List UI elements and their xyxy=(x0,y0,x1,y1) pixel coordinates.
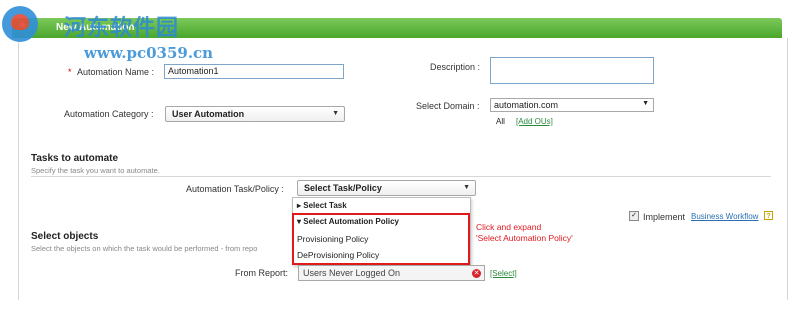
select-report-link[interactable]: [Select] xyxy=(490,269,517,278)
chevron-down-icon: ▼ xyxy=(642,100,649,107)
domain-label: Select Domain : xyxy=(416,101,480,111)
watermark-logo-icon xyxy=(2,6,38,42)
divider xyxy=(31,176,771,177)
dropdown-group-select-task[interactable]: ▸ Select Task xyxy=(293,199,470,212)
add-ous-link[interactable]: [Add OUs] xyxy=(516,117,553,126)
tasks-section-title: Tasks to automate xyxy=(31,153,119,164)
chevron-down-icon: ▼ xyxy=(332,110,339,117)
tasks-section-subtitle: Specify the task you want to automate. xyxy=(31,166,160,175)
category-value: User Automation xyxy=(172,109,245,119)
clear-icon[interactable]: ✕ xyxy=(472,269,481,278)
annotation-line-2: 'Select Automation Policy' xyxy=(476,233,573,243)
required-marker: * xyxy=(68,67,72,77)
annotation-line-1: Click and expand xyxy=(476,222,542,232)
watermark-url: www.pc0359.cn xyxy=(84,44,214,62)
caret-right-icon: ▸ xyxy=(297,201,302,210)
automation-name-label: Automation Name : xyxy=(77,67,155,77)
objects-section-subtitle: Select the objects on which the task wou… xyxy=(31,244,258,253)
domain-select[interactable]: automation.com ▼ xyxy=(490,98,654,112)
description-label: Description : xyxy=(430,62,481,72)
implement-label: Implement xyxy=(643,212,686,222)
domain-value: automation.com xyxy=(494,100,559,110)
task-policy-select[interactable]: Select Task/Policy ▼ xyxy=(297,180,476,196)
highlight-box xyxy=(292,213,470,265)
category-select[interactable]: User Automation ▼ xyxy=(165,106,345,122)
objects-section-title: Select objects xyxy=(31,231,99,242)
task-policy-label: Automation Task/Policy : xyxy=(186,184,284,194)
business-workflow-link[interactable]: Business Workflow xyxy=(691,212,758,221)
chevron-down-icon: ▼ xyxy=(463,184,470,191)
task-policy-value: Select Task/Policy xyxy=(304,183,382,193)
category-label: Automation Category : xyxy=(64,109,154,119)
select-task-label: Select Task xyxy=(303,201,347,210)
description-textarea[interactable] xyxy=(490,57,654,84)
domain-all-text: All xyxy=(496,117,505,126)
watermark-text: 河东软件园 xyxy=(64,15,180,41)
from-report-value: Users Never Logged On xyxy=(303,268,401,278)
implement-checkbox[interactable]: ✓ xyxy=(629,211,639,221)
automation-name-input[interactable]: Automation1 xyxy=(164,64,344,79)
from-report-label: From Report: xyxy=(235,268,289,278)
help-icon[interactable]: ? xyxy=(764,211,773,220)
from-report-input[interactable]: Users Never Logged On xyxy=(298,265,485,281)
